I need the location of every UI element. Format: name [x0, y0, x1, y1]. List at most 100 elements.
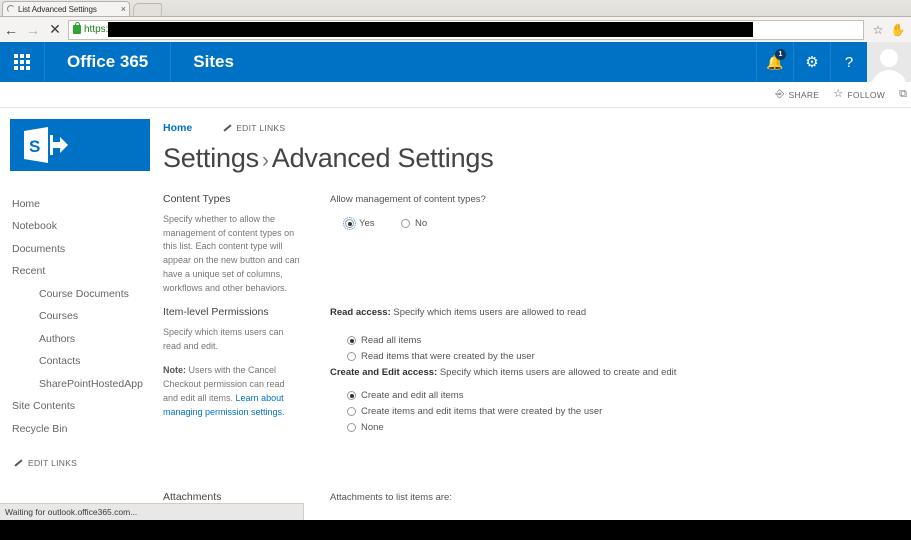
sidebar-item-contacts[interactable]: Contacts — [12, 351, 157, 374]
share-button[interactable]: ⎆ SHARE — [775, 89, 819, 100]
content-types-no-option[interactable]: No — [400, 217, 428, 231]
breadcrumb-home-link[interactable]: Home — [163, 122, 192, 134]
edit-links-top-button[interactable]: EDIT LINKS — [223, 123, 285, 133]
suite-brand-label[interactable]: Office 365 — [45, 42, 172, 82]
url-scheme-text: https: — [84, 24, 109, 35]
sidebar-item-documents[interactable]: Documents — [12, 238, 157, 261]
radio-create-edit-own[interactable] — [347, 406, 356, 416]
read-access-question: Read access: Specify which items users a… — [330, 306, 803, 320]
forward-button-icon[interactable]: → — [22, 19, 44, 41]
browser-navigation-bar: ← → ✕ https: ☆ ✋ — [0, 17, 911, 42]
office365-suite-bar: Office 365 Sites 🔔 1 ⚙ ? — [0, 42, 911, 82]
sidebar-item-courses[interactable]: Courses — [12, 306, 157, 329]
content-types-question: Allow management of content types? — [330, 194, 486, 205]
pencil-icon — [14, 459, 23, 467]
suite-app-label[interactable]: Sites — [171, 42, 256, 82]
create-edit-all-option[interactable]: Create and edit all items — [347, 389, 803, 403]
browser-tab-active[interactable]: List Advanced Settings × — [2, 1, 130, 17]
content-types-controls-column: Allow management of content types? Yes N… — [315, 193, 803, 296]
create-edit-all-label: Create and edit all items — [361, 390, 464, 402]
sidebar-item-recent[interactable]: Recent — [12, 261, 157, 284]
create-edit-own-option[interactable]: Create items and edit items that were cr… — [330, 405, 803, 419]
radio-read-own-items[interactable] — [347, 352, 356, 362]
attachments-controls-column: Attachments to list items are: — [315, 491, 803, 513]
radio-yes[interactable] — [343, 217, 356, 231]
read-access-radio-group: Read all items Read items that were crea… — [330, 334, 803, 364]
app-launcher-waffle-icon[interactable] — [0, 42, 45, 82]
share-icon: ⎆ — [775, 88, 785, 100]
breadcrumb: Home EDIT LINKS — [163, 120, 863, 136]
item-permissions-description-column: Item-level Permissions Specify which ite… — [163, 306, 315, 436]
create-edit-none-label: None — [361, 421, 384, 433]
radio-create-edit-none[interactable] — [347, 422, 356, 432]
tab-loading-spinner-icon — [6, 5, 15, 14]
user-avatar[interactable] — [867, 42, 911, 82]
attachments-title: Attachments — [163, 491, 222, 503]
back-button-icon[interactable]: ← — [0, 19, 22, 41]
page-title-settings: Settings — [163, 143, 259, 173]
notification-badge: 1 — [775, 49, 786, 60]
pencil-icon — [223, 124, 232, 132]
follow-button[interactable]: ☆ FOLLOW — [833, 89, 885, 100]
share-label: SHARE — [788, 89, 820, 100]
sidebar-item-course-documents[interactable]: Course Documents — [12, 283, 157, 306]
content-types-yes-option[interactable]: Yes — [343, 217, 375, 231]
settings-gear-icon[interactable]: ⚙ — [793, 42, 830, 82]
sidebar-item-sharepointhostedapp[interactable]: SharePointHostedApp — [12, 373, 157, 396]
svg-text:S: S — [29, 137, 40, 156]
sidebar-edit-links-button[interactable]: EDIT LINKS — [12, 458, 157, 468]
suite-spacer — [256, 42, 756, 82]
ssl-lock-icon — [73, 22, 81, 34]
content-types-radio-group: Yes No — [330, 215, 803, 233]
tab-close-icon[interactable]: × — [121, 5, 126, 14]
section-content-types: Content Types Specify whether to allow t… — [163, 193, 803, 296]
extension-icon[interactable]: ✋ — [888, 20, 908, 40]
item-permissions-controls-column: Read access: Specify which items users a… — [315, 306, 803, 436]
sidebar-item-site-contents[interactable]: Site Contents — [12, 396, 157, 419]
sharepoint-logo-icon: S — [24, 127, 68, 163]
content-types-description: Specify whether to allow the management … — [163, 213, 300, 294]
url-redacted-bar — [108, 22, 754, 37]
content-types-no-label: No — [414, 218, 428, 230]
content-types-yes-label: Yes — [359, 218, 375, 230]
stop-loading-icon[interactable]: ✕ — [44, 19, 66, 41]
create-edit-radio-group: Create and edit all items Create items a… — [330, 389, 803, 434]
help-question-icon[interactable]: ? — [830, 42, 867, 82]
bottom-black-bar — [0, 520, 911, 540]
sidebar-item-notebook[interactable]: Notebook — [12, 216, 157, 239]
bookmark-star-icon[interactable]: ☆ — [868, 20, 888, 40]
read-all-items-label: Read all items — [361, 335, 422, 347]
address-bar-actions: ☆ ✋ — [868, 20, 911, 40]
sidebar-item-recycle-bin[interactable]: Recycle Bin — [12, 418, 157, 441]
read-access-label: Read access: — [330, 307, 391, 318]
read-access-description: Specify which items users are allowed to… — [390, 307, 587, 318]
page-title-separator: › — [261, 149, 269, 172]
waffle-grid-icon — [14, 54, 30, 70]
item-permissions-note: Note: Users with the Cancel Checkout per… — [163, 364, 301, 420]
edit-links-top-label: EDIT LINKS — [236, 123, 286, 133]
read-own-items-option[interactable]: Read items that were created by the user — [347, 350, 803, 364]
page-title-advanced: Advanced Settings — [271, 143, 494, 173]
sharepoint-logo[interactable]: S — [10, 119, 150, 171]
sidebar-item-home[interactable]: Home — [12, 193, 157, 216]
attachments-question: Attachments to list items are: — [330, 492, 452, 503]
radio-no[interactable] — [400, 219, 410, 229]
follow-label: FOLLOW — [847, 89, 886, 100]
address-bar[interactable]: https: — [68, 19, 864, 40]
radio-read-all-items[interactable] — [347, 336, 356, 346]
focus-on-content-icon[interactable]: ⧉ — [899, 88, 907, 101]
create-edit-access-label: Create and Edit access: — [330, 366, 438, 378]
notifications-button[interactable]: 🔔 1 — [756, 42, 793, 82]
create-edit-none-option[interactable]: None — [347, 421, 803, 435]
read-all-items-option[interactable]: Read all items — [347, 334, 803, 348]
page-title: Settings › Advanced Settings — [163, 143, 863, 174]
settings-content: Content Types Specify whether to allow t… — [163, 193, 911, 523]
radio-create-edit-all[interactable] — [347, 391, 356, 401]
section-item-level-permissions: Item-level Permissions Specify which ite… — [163, 306, 803, 436]
browser-status-bar: Waiting for outlook.office365.com... — [0, 503, 304, 520]
content-types-description-column: Content Types Specify whether to allow t… — [163, 193, 315, 296]
read-own-items-label: Read items that were created by the user — [361, 351, 535, 363]
star-outline-icon: ☆ — [833, 88, 844, 100]
browser-chrome: List Advanced Settings × ← → ✕ https: ☆ … — [0, 0, 911, 42]
sidebar-item-authors[interactable]: Authors — [12, 328, 157, 351]
